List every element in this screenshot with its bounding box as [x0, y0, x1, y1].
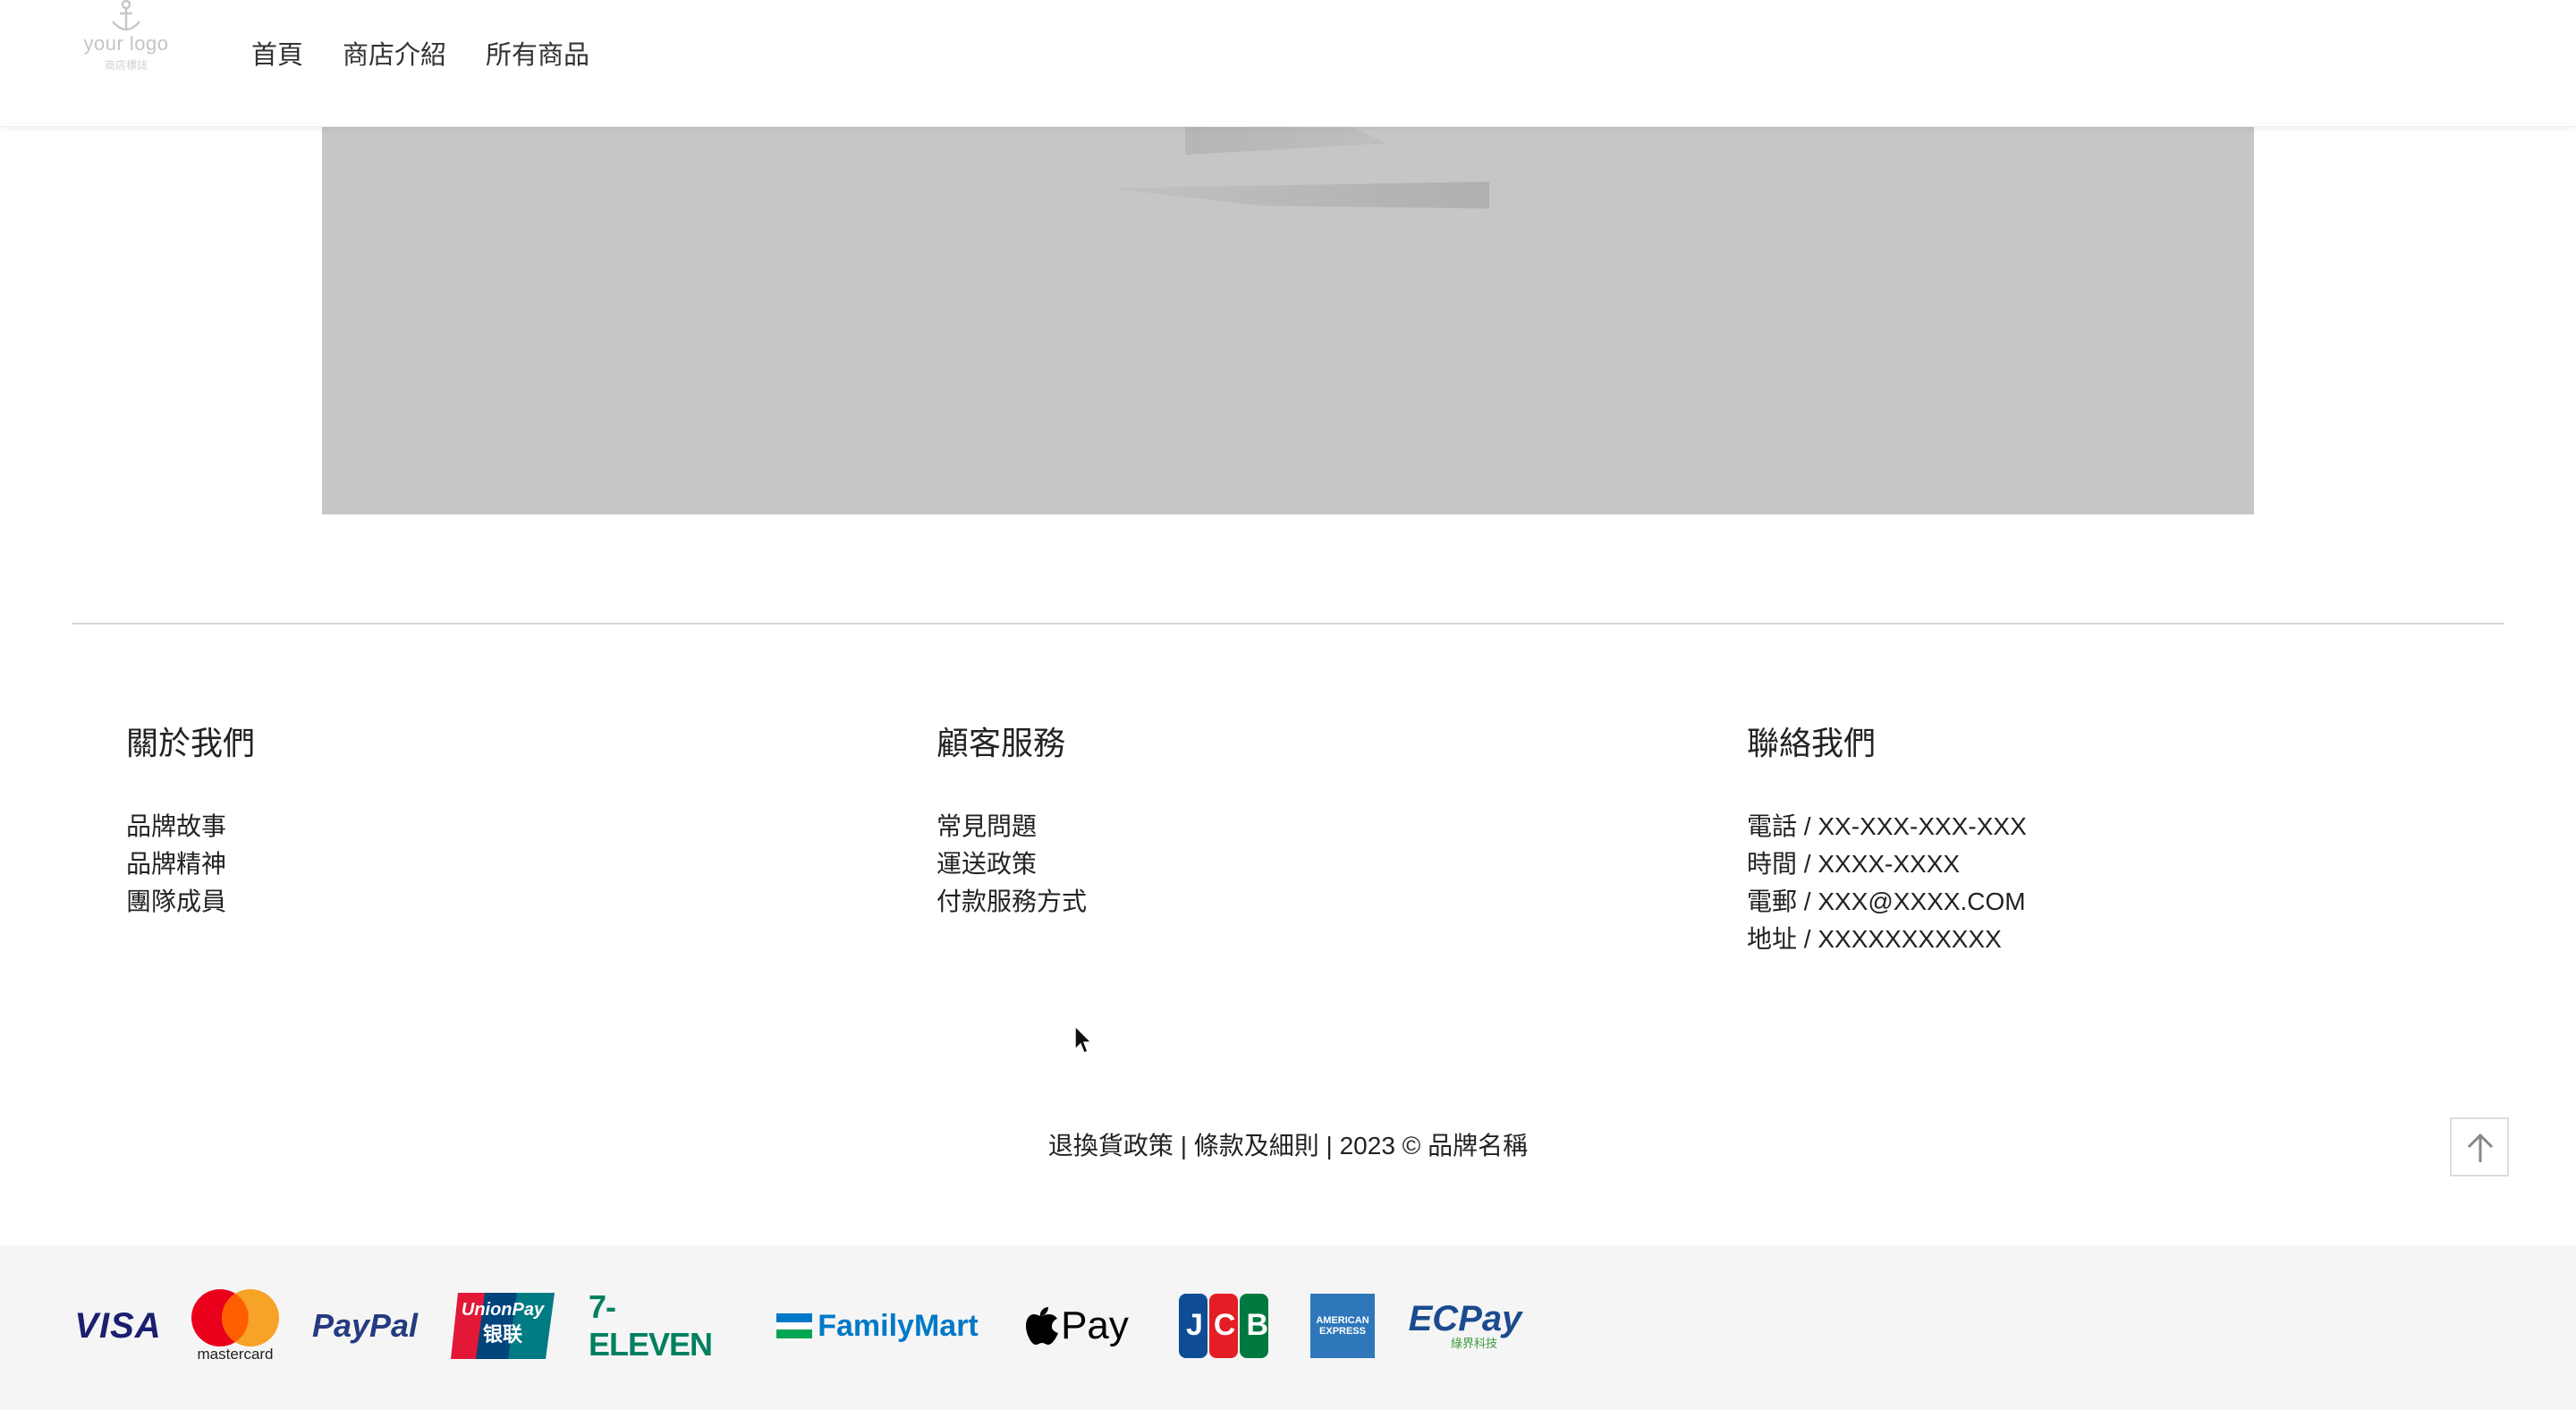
site-header: your logo 商店標誌 首頁 商店介紹 所有商品	[0, 0, 2576, 127]
seven-eleven-logo: 7-ELEVEN	[589, 1281, 733, 1371]
banner-image-placeholder	[322, 126, 2254, 514]
anchor-icon	[112, 0, 140, 31]
page: your logo 商店標誌 首頁 商店介紹 所有商品 關於我們 品牌故事 品牌…	[0, 0, 2576, 1410]
unionpay-label: UnionPay 银联	[449, 1297, 556, 1347]
banner-shape	[1109, 182, 1489, 208]
contact-address: 地址 / XXXXXXXXXXX	[1747, 925, 2002, 953]
ecpay-logo: ECPay 綠界科技	[1404, 1281, 1526, 1371]
nav-all-products[interactable]: 所有商品	[486, 36, 589, 75]
arrow-up-icon	[2467, 1133, 2494, 1162]
ecpay-subtext: 綠界科技	[1450, 1337, 1497, 1350]
separator: |	[1180, 1132, 1194, 1159]
contact-email: 電郵 / XXX@XXXX.COM	[1747, 888, 2026, 915]
unionpay-cn-text: 银联	[482, 1323, 522, 1346]
familymart-logo: FamilyMart	[775, 1281, 980, 1371]
copyright-line: 退換貨政策 | 條款及細則 | 2023 © 品牌名稱	[0, 1127, 2576, 1165]
apple-pay-logo: Pay	[1023, 1281, 1131, 1371]
amex-text-2: EXPRESS	[1319, 1326, 1366, 1337]
amex-box: AMERICAN EXPRESS	[1310, 1294, 1375, 1358]
back-to-top-button[interactable]	[2450, 1117, 2509, 1176]
jcb-logo: JCB	[1177, 1281, 1270, 1371]
logo-text: your logo	[83, 32, 169, 55]
mastercard-text: mastercard	[197, 1346, 274, 1363]
payment-methods-bar: VISA mastercard PayPal UnionPay 银联 7-ELE…	[0, 1245, 2576, 1410]
familymart-stripes-icon	[776, 1313, 813, 1338]
terms-link[interactable]: 條款及細則	[1194, 1132, 1319, 1159]
footer-divider	[72, 623, 2504, 624]
jcb-text: JCB	[1186, 1308, 1280, 1342]
footer-column-customer-service: 顧客服務 常見問題 運送政策 付款服務方式	[936, 720, 1087, 921]
footer-link-brand-story[interactable]: 品牌故事	[126, 808, 255, 845]
footer-link-team[interactable]: 團隊成員	[126, 883, 255, 921]
logo-subtext: 商店標誌	[104, 59, 148, 72]
visa-logo: VISA	[74, 1281, 162, 1371]
returns-policy-link[interactable]: 退換貨政策	[1048, 1132, 1174, 1159]
footer-link-faq[interactable]: 常見問題	[936, 808, 1087, 845]
paypal-text: PayPal	[311, 1307, 419, 1344]
footer-link-shipping[interactable]: 運送政策	[936, 845, 1087, 883]
apple-icon	[1026, 1307, 1059, 1345]
footer-column-contact: 聯絡我們 電話 / XX-XXX-XXX-XXX 時間 / XXXX-XXXX …	[1747, 720, 2027, 958]
nav-about-store[interactable]: 商店介紹	[343, 36, 446, 75]
amex-logo: AMERICAN EXPRESS	[1310, 1281, 1375, 1371]
seven-eleven-text: 7-ELEVEN	[589, 1288, 713, 1363]
main-nav: 首頁 商店介紹 所有商品	[251, 36, 589, 75]
amex-text-1: AMERICAN	[1316, 1315, 1369, 1326]
ecpay-text: ECPay	[1408, 1299, 1522, 1338]
unionpay-text: UnionPay	[461, 1300, 545, 1320]
contact-phone: 電話 / XX-XXX-XXX-XXX	[1747, 812, 2027, 840]
visa-text: VISA	[74, 1305, 162, 1346]
mastercard-circles-icon	[191, 1289, 279, 1346]
contact-hours: 時間 / XXXX-XXXX	[1747, 850, 1961, 878]
mouse-cursor-icon	[1074, 1024, 1093, 1055]
familymart-text: FamilyMart	[818, 1308, 979, 1343]
copyright-text: 2023 © 品牌名稱	[1339, 1132, 1529, 1159]
footer-column-about: 關於我們 品牌故事 品牌精神 團隊成員	[126, 720, 255, 921]
mastercard-logo: mastercard	[186, 1281, 284, 1371]
unionpay-logo: UnionPay 银联	[449, 1281, 556, 1371]
banner-shape	[1185, 126, 1386, 155]
footer-column-title: 關於我們	[126, 725, 256, 761]
store-logo[interactable]: your logo 商店標誌	[77, 0, 175, 77]
apple-pay-text: Pay	[1061, 1304, 1129, 1347]
footer-column-title: 顧客服務	[936, 725, 1066, 761]
separator: |	[1326, 1132, 1340, 1159]
nav-home[interactable]: 首頁	[251, 36, 303, 75]
paypal-logo: PayPal	[311, 1281, 419, 1371]
footer-column-title: 聯絡我們	[1747, 725, 1877, 761]
footer-link-brand-spirit[interactable]: 品牌精神	[126, 845, 255, 883]
footer-link-payment[interactable]: 付款服務方式	[936, 883, 1087, 921]
